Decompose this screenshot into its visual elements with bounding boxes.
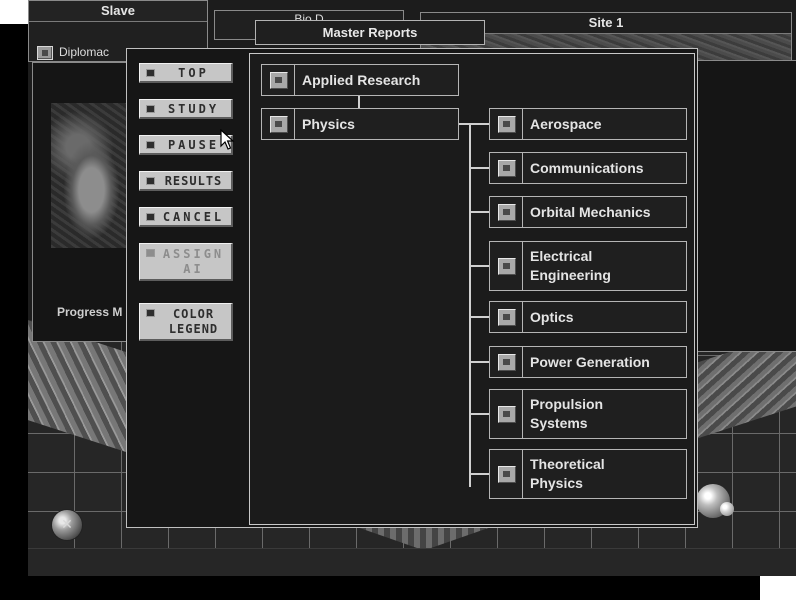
node-label: Communications (530, 159, 644, 176)
diplomacy-label: Diplomac (59, 45, 110, 59)
node-label: Propulsion Systems (530, 396, 604, 431)
color-legend-button-label: COLOR LEGEND (168, 307, 219, 336)
node-icon (490, 242, 523, 290)
right-window (694, 60, 796, 352)
color-legend-button[interactable]: COLOR LEGEND (139, 303, 233, 341)
cancel-button-label: CANCEL (162, 210, 225, 224)
connector-stub (469, 361, 489, 363)
node-icon (490, 153, 523, 183)
study-button[interactable]: STUDY (139, 99, 233, 119)
button-led-icon (146, 249, 155, 257)
assign-ai-button[interactable]: ASSIGN AI (139, 243, 233, 281)
connector-stub (469, 265, 489, 267)
top-button[interactable]: TOP (139, 63, 233, 83)
tree-node-electrical-engineering[interactable]: Electrical Engineering (489, 241, 687, 291)
black-frame-left (0, 24, 28, 600)
node-label: Power Generation (530, 353, 650, 370)
node-icon (490, 347, 523, 377)
globe-icon[interactable] (52, 510, 82, 540)
tree-node-optics[interactable]: Optics (489, 301, 687, 333)
tree-node-aerospace[interactable]: Aerospace (489, 108, 687, 140)
node-label: Applied Research (302, 71, 421, 88)
node-label: Aerospace (530, 115, 602, 132)
master-reports-title: Master Reports (255, 20, 485, 45)
node-label: Optics (530, 308, 574, 325)
tree-node-power-generation[interactable]: Power Generation (489, 346, 687, 378)
node-label: Theoretical Physics (530, 456, 605, 491)
node-icon (262, 65, 295, 95)
black-frame-bottom (0, 576, 760, 600)
button-led-icon (146, 309, 155, 317)
button-led-icon (146, 105, 155, 113)
connector-stub (469, 413, 489, 415)
master-reports-panel: TOP STUDY PAUSE RESULTS CANCEL ASSIGN AI… (126, 48, 698, 528)
slave-window-title: Slave (29, 1, 207, 22)
game-screen: Slave Diplomac Progress M Bio D Site 1 M… (28, 0, 796, 576)
node-icon (490, 302, 523, 332)
study-button-label: STUDY (167, 102, 220, 116)
node-icon (262, 109, 295, 139)
results-button-label: RESULTS (164, 174, 223, 188)
node-label: Orbital Mechanics (530, 203, 651, 220)
button-led-icon (146, 141, 155, 149)
connector-stub (469, 473, 489, 475)
top-button-label: TOP (178, 66, 209, 80)
checkbox-icon (37, 45, 53, 60)
pause-button-label: PAUSE (167, 138, 220, 152)
node-icon (490, 450, 523, 498)
node-icon (490, 390, 523, 438)
tree-node-propulsion-systems[interactable]: Propulsion Systems (489, 389, 687, 439)
connector-stub (469, 167, 489, 169)
progress-label: Progress M (57, 305, 123, 319)
button-led-icon (146, 69, 155, 77)
node-label: Physics (302, 115, 355, 132)
tree-node-orbital-mechanics[interactable]: Orbital Mechanics (489, 196, 687, 228)
tree-node-physics[interactable]: Physics (261, 108, 459, 140)
bottom-bar (28, 548, 796, 576)
node-icon (490, 197, 523, 227)
tree-node-applied-research[interactable]: Applied Research (261, 64, 459, 96)
assign-ai-button-label: ASSIGN AI (162, 247, 225, 276)
connector-branch-trunk (459, 123, 489, 125)
pause-button[interactable]: PAUSE (139, 135, 233, 155)
tree-node-theoretical-physics[interactable]: Theoretical Physics (489, 449, 687, 499)
results-button[interactable]: RESULTS (139, 171, 233, 191)
cancel-button[interactable]: CANCEL (139, 207, 233, 227)
node-label: Electrical Engineering (530, 248, 611, 283)
connector-trunk (469, 123, 471, 487)
button-led-icon (146, 177, 155, 185)
node-icon (490, 109, 523, 139)
connector-stub (469, 316, 489, 318)
research-tree-panel: Applied Research Physics Aerospace Commu… (249, 53, 695, 525)
small-sphere-icon (720, 502, 734, 516)
tree-node-communications[interactable]: Communications (489, 152, 687, 184)
button-led-icon (146, 213, 155, 221)
mouse-cursor-icon (220, 129, 235, 150)
diplomacy-item[interactable]: Diplomac (37, 45, 109, 60)
connector-stub (469, 211, 489, 213)
